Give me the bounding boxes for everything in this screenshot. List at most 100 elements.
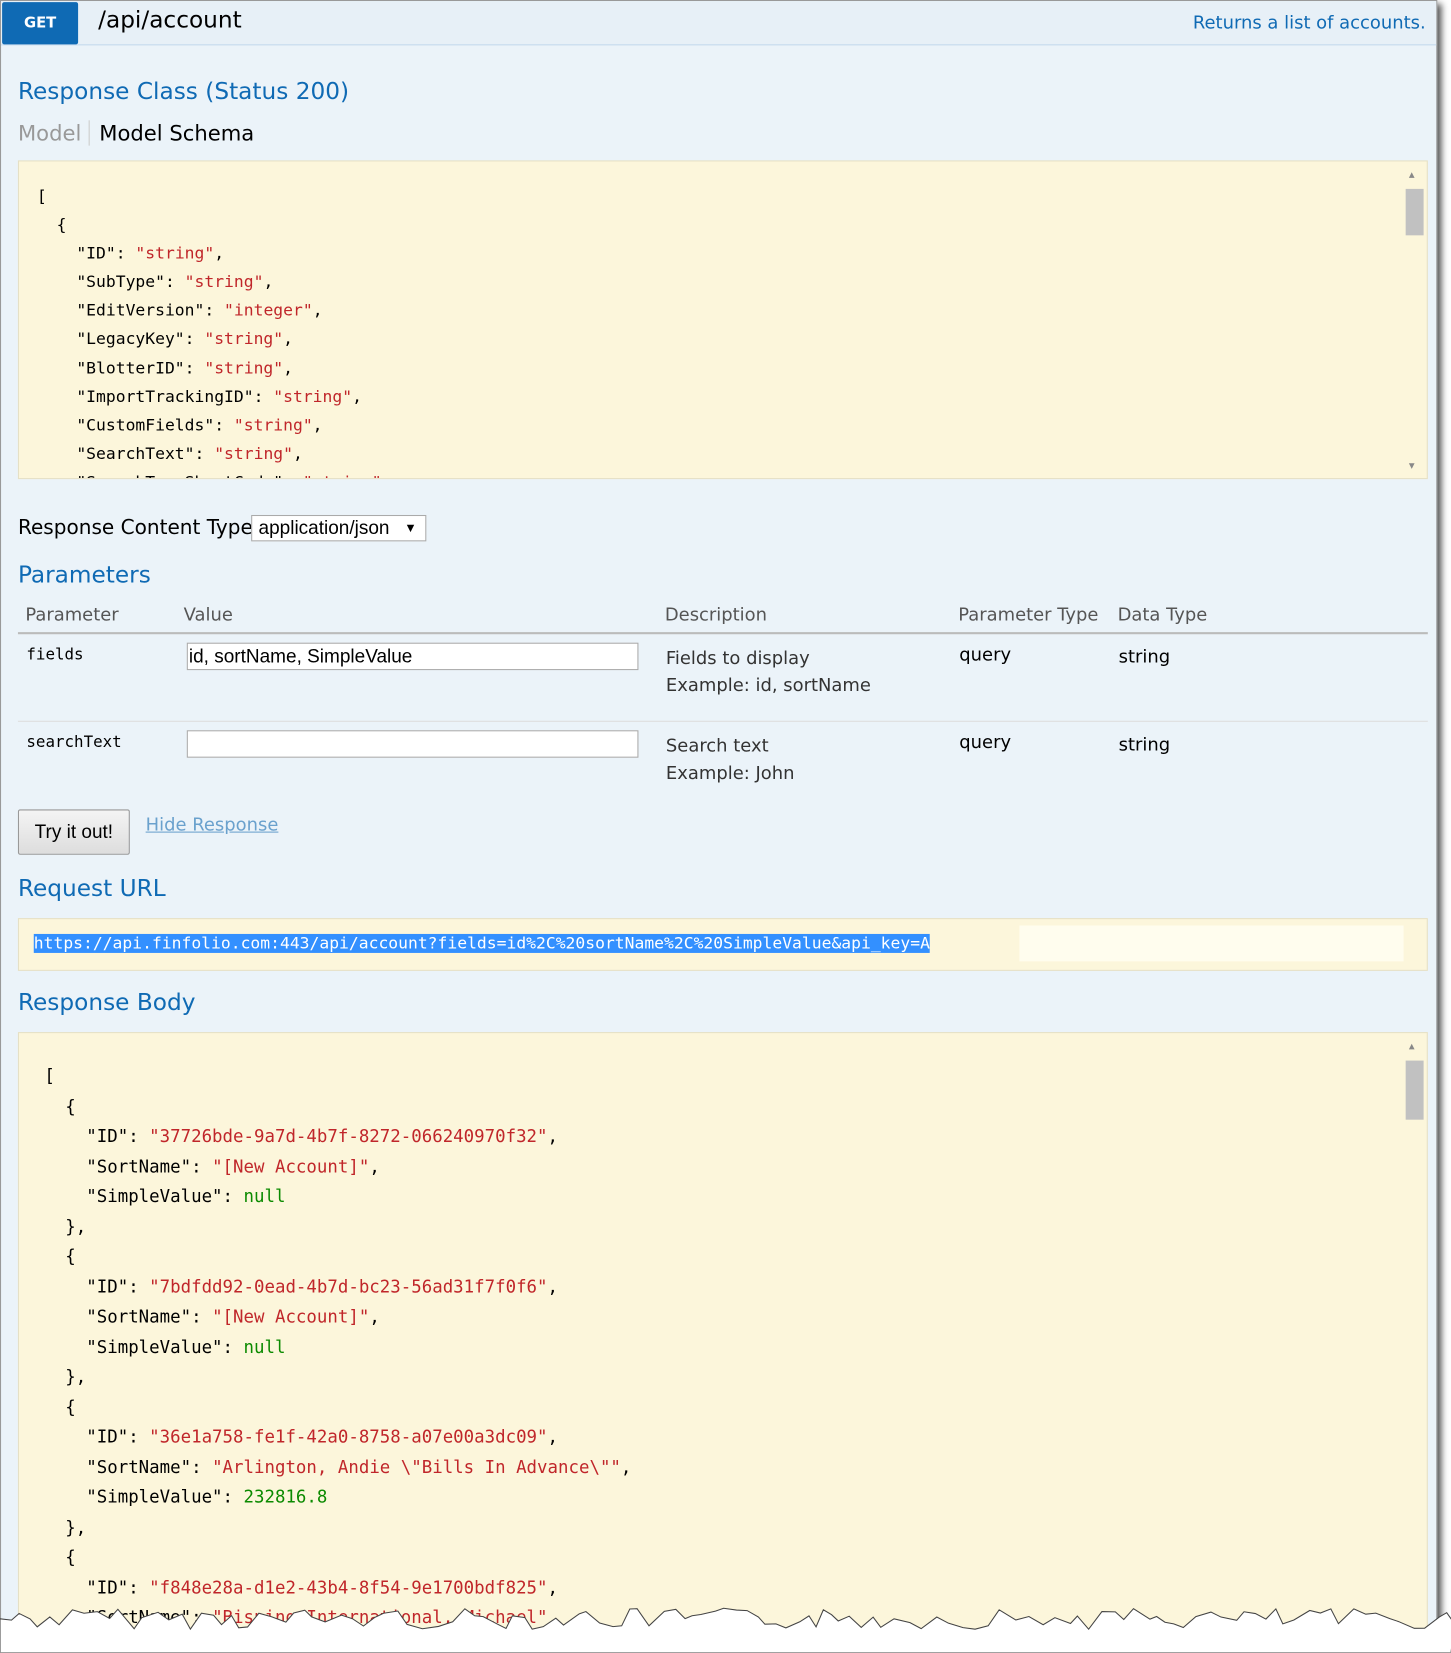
code-line: "LegacyKey": "string", (37, 326, 1427, 355)
content-type-label: Response Content Type (17, 516, 253, 540)
scroll-up-icon[interactable]: ▲ (1409, 170, 1415, 181)
code-line: { (44, 1242, 1426, 1272)
scrollbar-thumb[interactable] (1405, 188, 1424, 236)
json-token: "EditVersion": (36, 301, 225, 321)
json-token: , (214, 243, 225, 263)
json-token: { (36, 215, 67, 235)
json-token: "SortName": (44, 1456, 213, 1477)
model-schema-box[interactable]: [ { "ID": "string", "SubType": "string",… (17, 160, 1428, 480)
hide-response-link[interactable]: Hide Response (146, 815, 279, 836)
json-token: "SimpleValue": (44, 1336, 244, 1357)
json-string: "string" (135, 243, 215, 263)
json-string: "36e1a758-fe1f-42a0-8758-a07e00a3dc09" (149, 1426, 548, 1447)
json-string: "string" (233, 415, 313, 435)
json-string: "string" (273, 386, 353, 406)
code-line: "EditVersion": "integer", (37, 297, 1427, 326)
content-type-value: application/json (258, 517, 390, 539)
json-string: "string" (184, 272, 264, 292)
json-token: "SearchTypeShortCode": (37, 473, 303, 478)
fields-input[interactable] (186, 642, 639, 671)
dropdown-arrow-icon: ▼ (404, 520, 417, 536)
try-it-out-button[interactable]: Try it out! (17, 809, 130, 855)
json-token: "SortName": (44, 1306, 213, 1327)
param-name: fields (26, 644, 84, 664)
response-body-box[interactable]: [ { "ID": "37726bde-9a7d-4b7f-8272-06624… (17, 1032, 1428, 1632)
code-line: "ID": "36e1a758-fe1f-42a0-8758-a07e00a3d… (44, 1423, 1426, 1453)
tab-model[interactable]: Model (18, 120, 90, 146)
code-line: { (44, 1392, 1426, 1422)
endpoint-description[interactable]: Returns a list of accounts. (1193, 13, 1426, 34)
scrollbar-thumb[interactable] (1405, 1060, 1424, 1120)
table-row: searchText Search text Example: John quer… (18, 722, 1428, 796)
code-line: "ImportTrackingID": "string", (37, 383, 1427, 412)
json-string: "7bdfdd92-0ead-4b7d-bc23-56ad31f7f0f6" (149, 1276, 548, 1297)
code-line: }, (44, 1362, 1426, 1392)
json-token: { (44, 1396, 76, 1417)
json-token: "BlotterID": (36, 358, 205, 378)
parameters-title: Parameters (17, 562, 151, 589)
json-token: "CustomFields": (36, 415, 234, 435)
description-text: Fields to display (665, 647, 810, 670)
scrollbar[interactable]: ▲ ▼ (1404, 166, 1425, 474)
col-parameter-type: Parameter Type (958, 604, 1099, 626)
json-string: "string" (204, 358, 284, 378)
json-token: { (44, 1095, 76, 1116)
code-line: { (37, 211, 1427, 240)
code-line: "SearchTypeShortCode": "string", (37, 468, 1427, 478)
code-line: { (44, 1543, 1426, 1573)
operation-header[interactable]: GET /api/account Returns a list of accou… (1, 1, 1437, 46)
json-token: , (283, 358, 293, 378)
json-token: "SimpleValue": (44, 1186, 244, 1207)
param-description: Search text Example: John (666, 732, 795, 787)
scroll-up-icon[interactable]: ▲ (1409, 1042, 1415, 1053)
col-parameter: Parameter (25, 604, 119, 626)
json-literal: null (243, 1336, 286, 1357)
json-token: { (44, 1547, 76, 1568)
request-url-box[interactable]: https://api.finfolio.com:443/api/account… (17, 918, 1428, 971)
json-string: "Arlington, Andie \"Bills In Advance\"" (212, 1456, 621, 1477)
code-line: { (44, 1092, 1426, 1122)
json-token: "ID": (36, 243, 136, 263)
code-line: "SimpleValue": null (44, 1332, 1426, 1362)
json-token: , (352, 386, 362, 406)
code-line: "ID": "f848e28a-d1e2-43b4-8f54-9e1700bdf… (44, 1573, 1426, 1603)
json-token: , (547, 1126, 559, 1147)
json-token: , (382, 473, 392, 478)
code-line: "SortName": "Arlington, Andie \"Bills In… (44, 1453, 1426, 1483)
json-string: "string" (214, 444, 293, 464)
code-line: "ID": "7bdfdd92-0ead-4b7d-bc23-56ad31f7f… (44, 1272, 1426, 1302)
content-type-select[interactable]: application/json ▼ (251, 514, 427, 542)
json-token: , (312, 415, 323, 435)
code-line: "SimpleValue": 232816.8 (44, 1483, 1426, 1513)
code-line: "BlotterID": "string", (37, 354, 1427, 383)
endpoint-path[interactable]: /api/account (98, 7, 242, 33)
json-token: , (292, 444, 303, 464)
json-string: "f848e28a-d1e2-43b4-8f54-9e1700bdf825" (149, 1577, 548, 1598)
json-token: , (312, 301, 323, 321)
code-line: "SearchText": "string", (37, 440, 1427, 469)
operation-panel: GET /api/account Returns a list of accou… (0, 0, 1438, 1633)
json-string: "[New Account]" (212, 1306, 370, 1327)
json-token: , (547, 1276, 559, 1297)
json-string: "integer" (224, 301, 313, 321)
json-token: , (620, 1456, 632, 1477)
tab-model-schema[interactable]: Model Schema (90, 120, 254, 145)
response-class-title: Response Class (Status 200) (17, 79, 350, 106)
description-example: Example: John (665, 762, 795, 785)
json-token: "ID": (44, 1577, 150, 1598)
json-token: "SortName": (44, 1156, 213, 1177)
scrollbar[interactable]: ▲ (1404, 1037, 1425, 1628)
json-token: [ (36, 186, 47, 206)
request-url-text[interactable]: https://api.finfolio.com:443/api/account… (33, 933, 930, 953)
json-string: "string" (303, 473, 382, 478)
searchtext-input[interactable] (186, 730, 639, 758)
scroll-down-icon[interactable]: ▼ (1409, 461, 1415, 472)
description-text: Search text (665, 735, 769, 757)
http-method-badge: GET (2, 2, 79, 45)
param-name: searchText (26, 732, 122, 752)
code-line: "SortName": "[New Account]", (44, 1302, 1426, 1332)
json-token: "ID": (44, 1276, 150, 1297)
json-string: "37726bde-9a7d-4b7f-8272-066240970f32" (149, 1126, 548, 1147)
code-line: [ (37, 183, 1427, 212)
json-token: , (369, 1156, 380, 1177)
